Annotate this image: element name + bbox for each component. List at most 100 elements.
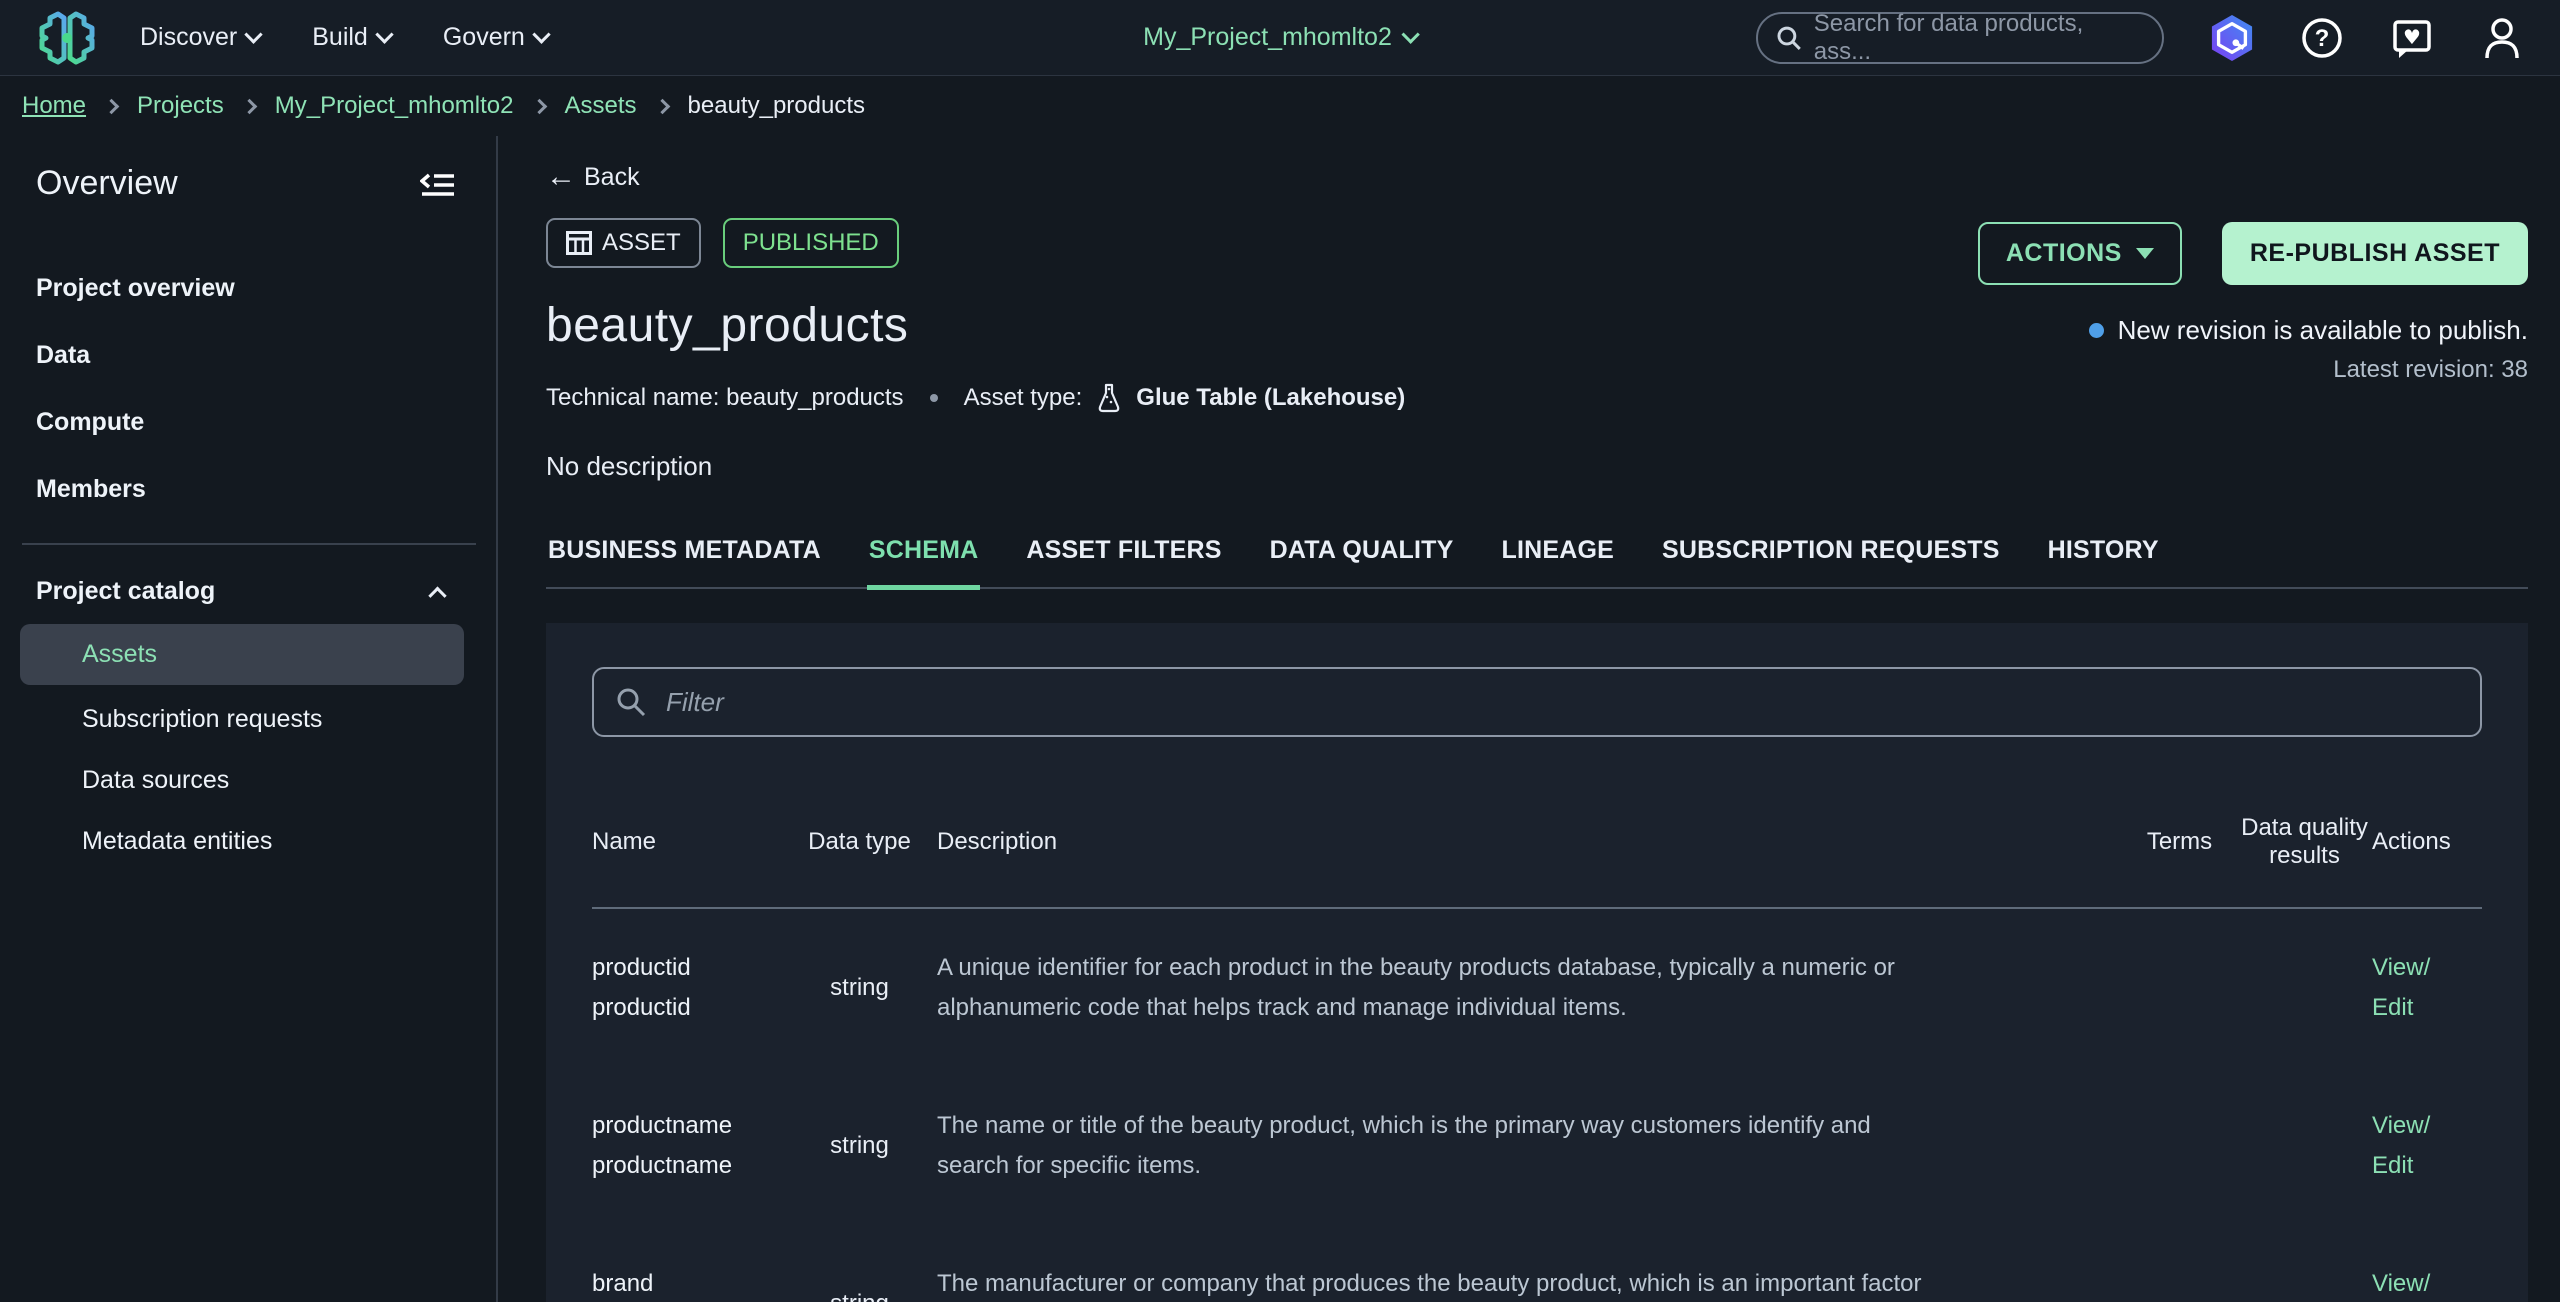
republish-asset-button[interactable]: RE-PUBLISH ASSET: [2222, 222, 2528, 285]
project-selector[interactable]: My_Project_mhomlto2: [1143, 23, 1417, 52]
tab-subscription-requests[interactable]: SUBSCRIPTION REQUESTS: [1660, 536, 2002, 587]
field-technical-name: productname: [592, 1146, 782, 1186]
sidebar-section-project-catalog[interactable]: Project catalog: [0, 563, 496, 620]
nav-menu-discover-label: Discover: [140, 23, 237, 52]
back-label: Back: [584, 163, 640, 192]
project-selector-label: My_Project_mhomlto2: [1143, 23, 1392, 52]
view-edit-link[interactable]: View/ Edit: [2372, 1264, 2482, 1302]
edit-link-label: Edit: [2372, 1146, 2482, 1186]
feedback-icon[interactable]: ♥: [2390, 16, 2434, 60]
collapse-sidebar-icon[interactable]: [420, 171, 454, 197]
asset-type-label: Asset type:: [964, 384, 1083, 412]
published-badge-label: PUBLISHED: [743, 229, 879, 257]
tab-history[interactable]: HISTORY: [2046, 536, 2161, 587]
revision-notice: New revision is available to publish.: [2118, 315, 2528, 346]
tab-schema[interactable]: SCHEMA: [867, 536, 981, 590]
technical-name: Technical name: beauty_products: [546, 384, 904, 412]
field-description: The manufacturer or company that produce…: [937, 1264, 2122, 1302]
breadcrumb-project[interactable]: My_Project_mhomlto2: [275, 92, 514, 120]
tab-business-metadata[interactable]: BUSINESS METADATA: [546, 536, 823, 587]
breadcrumb: Home Projects My_Project_mhomlto2 Assets…: [0, 76, 2560, 136]
top-navigation: Discover Build Govern My_Project_mhomlto…: [0, 0, 2560, 76]
latest-revision: Latest revision: 38: [1978, 356, 2528, 384]
status-badge: PUBLISHED: [723, 218, 899, 268]
view-edit-link[interactable]: View/ Edit: [2372, 1106, 2482, 1186]
schema-table: Name Data type Description Terms Data qu…: [592, 777, 2482, 1302]
breadcrumb-assets[interactable]: Assets: [565, 92, 637, 120]
view-link-label: View/: [2372, 1106, 2482, 1146]
meta-separator-dot: [930, 394, 938, 402]
chevron-down-icon: [375, 25, 393, 43]
breadcrumb-separator-icon: [531, 98, 547, 114]
glue-flask-icon: [1098, 383, 1120, 413]
field-description: The name or title of the beauty product,…: [937, 1106, 2122, 1186]
main-content: ← Back ASSET PUBLISHED beauty_products T…: [498, 136, 2560, 1302]
view-link-label: View/: [2372, 1264, 2482, 1302]
column-header-actions: Actions: [2372, 828, 2482, 856]
column-header-data-quality-results: Data quality results: [2237, 814, 2372, 870]
svg-text:?: ?: [2315, 25, 2330, 52]
column-header-data-type: Data type: [782, 828, 937, 856]
nav-menu-discover[interactable]: Discover: [140, 23, 260, 52]
actions-button-label: ACTIONS: [2006, 239, 2122, 268]
sidebar-item-metadata-entities[interactable]: Metadata entities: [0, 811, 496, 872]
edit-link-label: Edit: [2372, 988, 2482, 1028]
asset-badge-label: ASSET: [602, 229, 681, 257]
breadcrumb-current: beauty_products: [688, 92, 865, 120]
column-header-terms: Terms: [2122, 828, 2237, 856]
sidebar-divider: [22, 543, 476, 545]
nav-menu-govern[interactable]: Govern: [443, 23, 548, 52]
global-search-input[interactable]: Search for data products, ass...: [1756, 12, 2164, 64]
sagemaker-studio-logo-icon[interactable]: [36, 10, 98, 66]
view-edit-link[interactable]: View/ Edit: [2372, 948, 2482, 1028]
chevron-down-icon: [1401, 25, 1419, 43]
column-header-name: Name: [592, 828, 782, 856]
breadcrumb-separator-icon: [654, 98, 670, 114]
nav-menu-build[interactable]: Build: [312, 23, 391, 52]
nav-menu-build-label: Build: [312, 23, 368, 52]
sidebar-item-data-sources[interactable]: Data sources: [0, 750, 496, 811]
asset-type-badge: ASSET: [546, 218, 701, 268]
schema-filter-input[interactable]: [666, 687, 2458, 718]
column-header-description: Description: [937, 828, 2122, 856]
breadcrumb-separator-icon: [241, 98, 257, 114]
new-revision-dot-icon: [2089, 323, 2104, 338]
back-arrow-icon: ←: [546, 162, 576, 192]
sidebar-item-compute[interactable]: Compute: [0, 389, 496, 456]
search-icon: [1776, 25, 1802, 51]
sidebar-item-project-overview[interactable]: Project overview: [0, 255, 496, 322]
profile-icon[interactable]: [2480, 16, 2524, 60]
amazon-q-icon[interactable]: [2210, 16, 2254, 60]
field-technical-name: productid: [592, 988, 782, 1028]
breadcrumb-separator-icon: [104, 98, 120, 114]
actions-button[interactable]: ACTIONS: [1978, 222, 2182, 285]
svg-text:♥: ♥: [2403, 25, 2421, 49]
field-name: productid: [592, 948, 782, 988]
breadcrumb-projects[interactable]: Projects: [137, 92, 224, 120]
caret-down-icon: [2136, 248, 2154, 259]
table-row: brand brand string The manufacturer or c…: [592, 1225, 2482, 1302]
table-icon: [566, 231, 592, 255]
nav-menu-govern-label: Govern: [443, 23, 525, 52]
tab-asset-filters[interactable]: ASSET FILTERS: [1024, 536, 1223, 587]
sidebar-item-subscription-requests[interactable]: Subscription requests: [0, 689, 496, 750]
search-placeholder: Search for data products, ass...: [1814, 10, 2144, 66]
field-data-type: string: [782, 1132, 937, 1160]
field-name: productname: [592, 1106, 782, 1146]
breadcrumb-home[interactable]: Home: [22, 92, 86, 120]
sidebar-title: Overview: [36, 164, 178, 203]
tab-data-quality[interactable]: DATA QUALITY: [1268, 536, 1456, 587]
asset-type-value: Glue Table (Lakehouse): [1136, 384, 1405, 412]
field-name: brand: [592, 1264, 782, 1302]
sidebar-item-data[interactable]: Data: [0, 322, 496, 389]
search-icon: [616, 687, 646, 717]
field-data-type: string: [782, 1290, 937, 1302]
table-row: productid productid string A unique iden…: [592, 909, 2482, 1067]
chevron-down-icon: [245, 25, 263, 43]
sidebar-item-members[interactable]: Members: [0, 456, 496, 523]
back-button[interactable]: ← Back: [546, 162, 640, 192]
sidebar-item-assets[interactable]: Assets: [20, 624, 464, 685]
tab-lineage[interactable]: LINEAGE: [1499, 536, 1616, 587]
help-icon[interactable]: ?: [2300, 16, 2344, 60]
schema-filter: [592, 667, 2482, 737]
